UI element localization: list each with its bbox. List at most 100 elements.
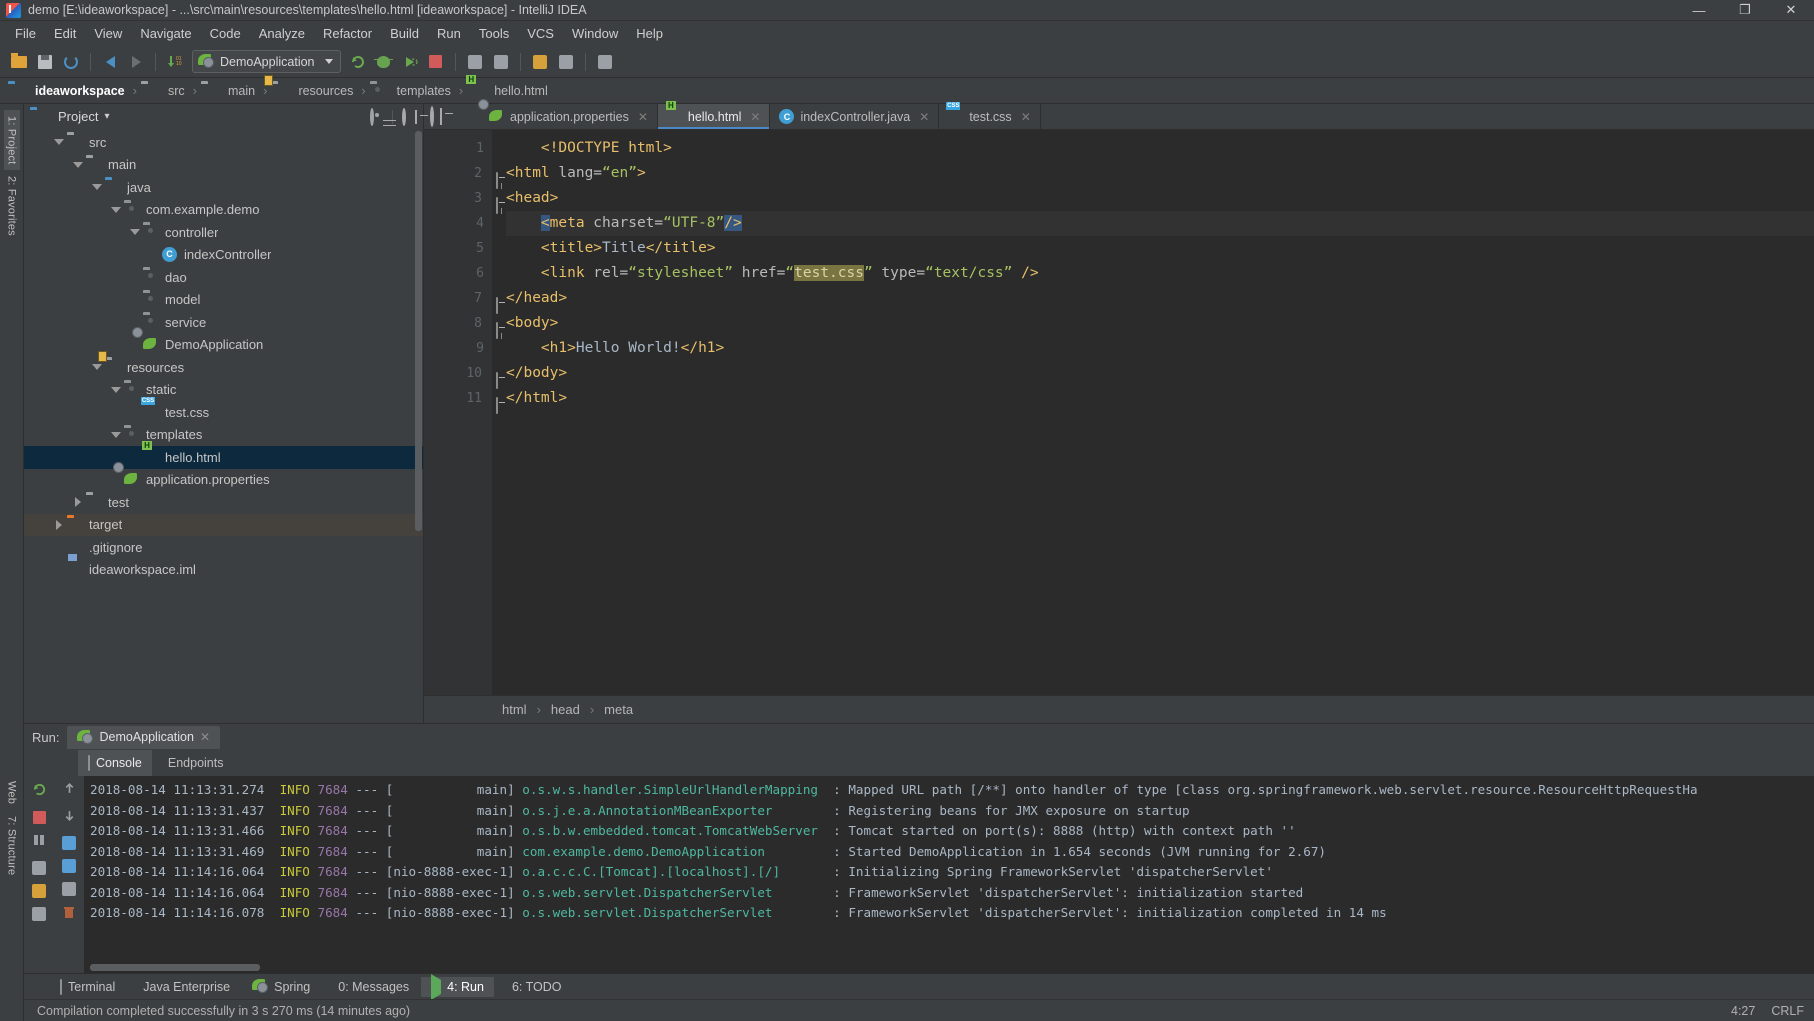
tree-node-main[interactable]: main	[24, 154, 423, 177]
console-output[interactable]: 2018-08-14 11:13:31.274 INFO 7684 --- [ …	[84, 776, 1814, 973]
sidebar-item-web[interactable]: Web	[4, 775, 20, 810]
chevron-down-icon[interactable]	[91, 361, 103, 373]
menu-navigate[interactable]: Navigate	[131, 24, 200, 43]
breadcrumb-head[interactable]: head	[551, 702, 580, 717]
tree-node-templates[interactable]: templates	[24, 424, 423, 447]
project-tree-scrollbar[interactable]	[415, 131, 422, 531]
chevron-down-icon[interactable]	[129, 226, 141, 238]
save-all-icon[interactable]	[32, 50, 58, 74]
tree-node-resources[interactable]: resources	[24, 356, 423, 379]
chevron-down-icon[interactable]	[110, 429, 122, 441]
line-number-gutter[interactable]: 1 2 3 4 5 6 7 8 9 10 11	[424, 130, 498, 695]
menu-analyze[interactable]: Analyze	[250, 24, 314, 43]
forward-icon[interactable]	[123, 50, 149, 74]
chevron-down-icon[interactable]	[110, 204, 122, 216]
rerun-icon[interactable]	[345, 50, 371, 74]
tab-test-css[interactable]: test.css ✕	[939, 104, 1041, 129]
tree-node-application-properties[interactable]: application.properties	[24, 469, 423, 492]
hide-icon[interactable]	[415, 109, 417, 124]
tool-java-enterprise[interactable]: Java Enterprise	[127, 977, 240, 997]
breadcrumb-meta[interactable]: meta	[604, 702, 633, 717]
menu-run[interactable]: Run	[428, 24, 470, 43]
close-icon[interactable]: ✕	[200, 730, 210, 744]
menu-refactor[interactable]: Refactor	[314, 24, 381, 43]
locate-icon[interactable]	[370, 107, 374, 126]
tree-node-java[interactable]: java	[24, 176, 423, 199]
code-line[interactable]: <link rel=“stylesheet” href=“test.css” t…	[506, 261, 1814, 286]
tab-indexcontroller-java[interactable]: C indexController.java ✕	[770, 104, 940, 129]
up-icon[interactable]	[63, 782, 76, 800]
tree-node-service[interactable]: service	[24, 311, 423, 334]
tree-node-ideaworkspace-iml[interactable]: ideaworkspace.iml	[24, 559, 423, 582]
tab-endpoints[interactable]: Endpoints	[152, 750, 234, 776]
tab-hello-html[interactable]: hello.html ✕	[657, 104, 771, 129]
trace-icon[interactable]	[32, 861, 46, 875]
project-view-chevron-down-icon[interactable]: ▾	[104, 111, 109, 122]
breadcrumb-templates[interactable]: templates	[370, 83, 455, 99]
tree-node-model[interactable]: model	[24, 289, 423, 312]
back-icon[interactable]	[97, 50, 123, 74]
update-project-icon[interactable]	[462, 50, 488, 74]
chevron-down-icon[interactable]	[72, 159, 84, 171]
close-icon[interactable]: ✕	[750, 110, 760, 124]
run-with-coverage-icon[interactable]	[397, 50, 423, 74]
close-icon[interactable]: ✕	[638, 110, 648, 124]
stop-icon[interactable]	[423, 50, 449, 74]
menu-vcs[interactable]: VCS	[518, 24, 563, 43]
menu-edit[interactable]: Edit	[45, 24, 85, 43]
project-tree[interactable]: src main java com.example.demo controller Cin…	[24, 129, 423, 723]
search-everywhere-icon[interactable]	[592, 50, 618, 74]
code-editor[interactable]: 1 2 3 4 5 6 7 8 9 10 11 <!DOCTYPE html> <html lang=…	[424, 130, 1814, 695]
sidebar-item-structure[interactable]: 7: Structure	[4, 810, 20, 881]
tab-application-properties[interactable]: application.properties ✕	[480, 104, 658, 129]
breadcrumb-html[interactable]: html	[502, 702, 527, 717]
tool-messages[interactable]: 0: Messages	[322, 977, 419, 997]
gear-icon[interactable]	[402, 107, 406, 126]
soft-wrap-icon[interactable]	[62, 836, 76, 850]
chevron-down-icon[interactable]	[53, 136, 65, 148]
tree-node-com-example-demo[interactable]: com.example.demo	[24, 199, 423, 222]
code-text[interactable]: <!DOCTYPE html> <html lang=“en”> <head> <m…	[492, 130, 1814, 695]
print-icon[interactable]	[32, 907, 46, 921]
close-icon[interactable]: ✕	[919, 110, 929, 124]
code-line[interactable]: </body>	[506, 361, 1814, 386]
code-line[interactable]: <h1>Hello World!</h1>	[506, 336, 1814, 361]
pause-icon[interactable]	[32, 833, 46, 852]
compile-icon[interactable]: 01 10	[162, 50, 188, 74]
tree-node-hello-html[interactable]: hello.html	[24, 446, 423, 469]
chevron-right-icon[interactable]	[53, 519, 65, 531]
menu-code[interactable]: Code	[201, 24, 250, 43]
project-structure-icon[interactable]	[553, 50, 579, 74]
tree-node-indexcontroller[interactable]: CindexController	[24, 244, 423, 267]
breadcrumb-main[interactable]: main	[201, 83, 259, 99]
sync-icon[interactable]	[58, 50, 84, 74]
down-icon[interactable]	[63, 809, 76, 827]
menu-view[interactable]: View	[85, 24, 131, 43]
gear-icon[interactable]	[430, 105, 434, 127]
tree-node-demoapplication[interactable]: DemoApplication	[24, 334, 423, 357]
code-line[interactable]: <title>Title</title>	[506, 236, 1814, 261]
menu-file[interactable]: File	[6, 24, 45, 43]
rerun-icon[interactable]	[32, 782, 47, 802]
tree-node-target[interactable]: target	[24, 513, 423, 536]
menu-tools[interactable]: Tools	[470, 24, 518, 43]
chevron-down-icon[interactable]	[110, 384, 122, 396]
menu-help[interactable]: Help	[627, 24, 672, 43]
minimize-button[interactable]: —	[1676, 0, 1722, 20]
maximize-button[interactable]: ❐	[1722, 0, 1768, 20]
breadcrumb-resources[interactable]: resources	[271, 83, 357, 99]
trash-icon[interactable]	[62, 905, 76, 924]
print-icon[interactable]	[62, 882, 76, 896]
tool-todo[interactable]: 6: TODO	[496, 977, 572, 997]
open-folder-icon[interactable]	[6, 50, 32, 74]
sidebar-item-favorites[interactable]: 2: Favorites	[4, 170, 20, 242]
menu-window[interactable]: Window	[563, 24, 627, 43]
debug-icon[interactable]	[371, 50, 397, 74]
tab-console[interactable]: Console	[78, 750, 152, 776]
chevron-right-icon[interactable]	[72, 496, 84, 508]
breadcrumb-ideaworkspace[interactable]: ideaworkspace	[8, 83, 129, 99]
code-line[interactable]: </head>	[506, 286, 1814, 311]
tree-node-test-css[interactable]: test.css	[24, 401, 423, 424]
tool-run[interactable]: 4: Run	[421, 973, 494, 1000]
tree-node-static[interactable]: static	[24, 379, 423, 402]
